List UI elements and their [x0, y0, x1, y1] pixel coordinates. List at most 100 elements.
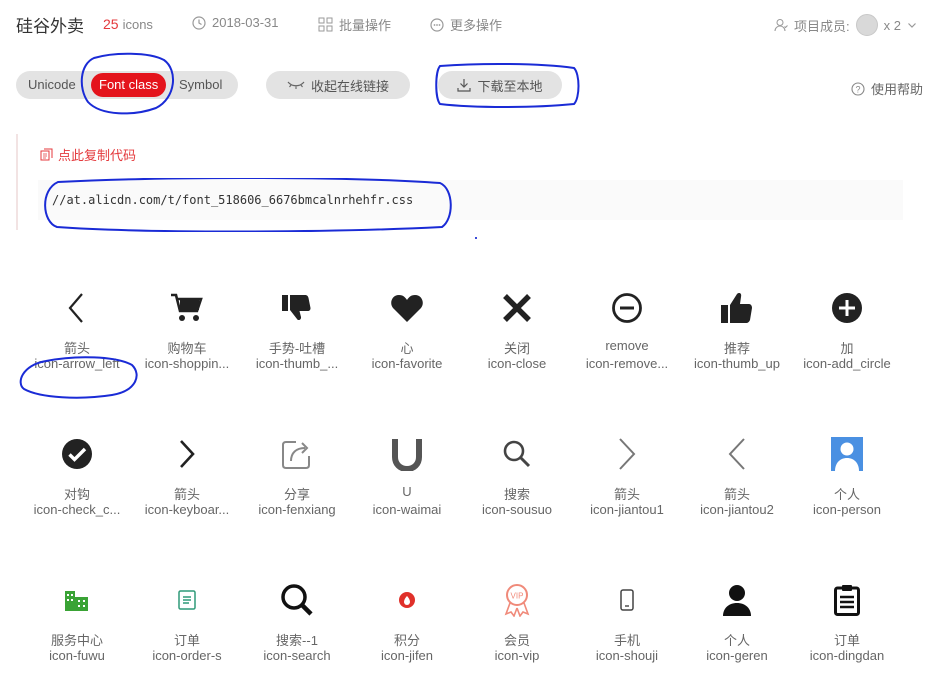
icon-card[interactable]: remove icon-remove...: [572, 280, 682, 374]
icon-class: icon-thumb_up: [694, 356, 780, 371]
icon-name: 搜索--1: [276, 633, 318, 648]
icon-class: icon-remove...: [585, 356, 669, 371]
collapse-link-label: 收起在线链接: [310, 78, 389, 94]
icon-card[interactable]: 箭头 icon-jiantou2: [682, 426, 792, 520]
help-link[interactable]: ? 使用帮助: [851, 79, 923, 98]
top-bar: 硅谷外卖 25 icons 2018-03-31 批量操作 更多操作 项目成员: …: [0, 0, 925, 46]
icon-name: 手势-吐槽: [268, 341, 326, 356]
svg-text:?: ?: [855, 84, 860, 94]
collapse-link-button[interactable]: 收起在线链接: [266, 71, 410, 99]
members-label: 项目成员:: [794, 18, 850, 34]
icon-card[interactable]: 推荐 icon-thumb_up: [682, 280, 792, 374]
icon-card[interactable]: 搜索 icon-sousuo: [462, 426, 572, 520]
code-panel: 点此复制代码 //at.alicdn.com/t/font_518606_667…: [16, 134, 908, 230]
icon-name: 箭头: [63, 341, 90, 356]
clock-icon: [192, 15, 206, 30]
icon-name: 对钩: [63, 487, 90, 502]
icon-name: 个人: [833, 487, 860, 502]
icon-class: icon-geren: [706, 648, 768, 663]
icon-name: 心: [400, 341, 414, 356]
order-list-icon: [178, 590, 196, 610]
heart-icon: [391, 295, 423, 322]
icon-count: 25 icons: [103, 16, 153, 32]
remove-circle-icon: [612, 293, 642, 323]
icon-card[interactable]: 手势-吐槽 icon-thumb_...: [242, 280, 352, 374]
icon-card[interactable]: 手机 icon-shouji: [572, 572, 682, 666]
close-icon: [503, 294, 531, 322]
thumb-down-icon: [282, 295, 311, 321]
format-tabs: Unicode Font class Symbol: [16, 71, 238, 99]
icon-class: icon-vip: [494, 648, 540, 663]
arrow-left-thin-icon: [728, 438, 745, 470]
batch-action-button[interactable]: 批量操作: [318, 15, 391, 34]
icon-card[interactable]: 心 icon-favorite: [352, 280, 462, 374]
icon-count-number: 25: [103, 16, 119, 32]
vip-badge-icon: VIP: [504, 584, 530, 617]
building-icon: [65, 591, 88, 611]
icon-name: 订单: [833, 633, 860, 648]
date-text: 2018-03-31: [212, 15, 279, 30]
icon-class: icon-check_c...: [33, 502, 121, 517]
icon-class: icon-add_circle: [803, 356, 891, 371]
icon-card[interactable]: 订单 icon-order-s: [132, 572, 242, 666]
icon-name: 会员: [503, 633, 530, 648]
icon-class: icon-search: [263, 648, 331, 663]
more-action-label: 更多操作: [450, 18, 503, 33]
icon-card[interactable]: 对钩 icon-check_c...: [22, 426, 132, 520]
icon-class: icon-jifen: [380, 648, 434, 663]
thumb-up-icon: [721, 293, 752, 323]
tab-unicode[interactable]: Unicode: [28, 77, 76, 92]
icon-card[interactable]: 个人 icon-geren: [682, 572, 792, 666]
clipboard-icon: [834, 585, 860, 616]
css-link-text[interactable]: //at.alicdn.com/t/font_518606_6676bmcaln…: [52, 193, 413, 207]
project-members[interactable]: 项目成员: x 2: [774, 14, 917, 36]
icon-card[interactable]: 搜索--1 icon-search: [242, 572, 352, 666]
icon-name: U: [402, 484, 412, 499]
icon-card[interactable]: 箭头 icon-arrow_left: [22, 280, 132, 374]
icon-card[interactable]: 个人 icon-person: [792, 426, 902, 520]
icon-card[interactable]: 购物车 icon-shoppin...: [132, 280, 242, 374]
icon-class: icon-order-s: [152, 648, 222, 663]
download-icon: [457, 79, 472, 92]
icon-class: icon-sousuo: [481, 502, 553, 517]
tab-symbol[interactable]: Symbol: [179, 77, 222, 92]
more-icon: [430, 17, 444, 32]
icon-name: 分享: [283, 487, 310, 502]
tab-font-class[interactable]: Font class: [91, 73, 167, 97]
icon-card[interactable]: U icon-waimai: [352, 426, 462, 520]
icon-card[interactable]: 关闭 icon-close: [462, 280, 572, 374]
help-label: 使用帮助: [870, 82, 923, 97]
icon-class: icon-fuwu: [49, 648, 105, 663]
icon-class: icon-arrow_left: [34, 356, 120, 371]
arrow-right-thin-icon: [619, 438, 636, 470]
icon-name: 关闭: [503, 341, 530, 356]
icon-name: 加: [840, 341, 854, 356]
share-icon: [282, 441, 310, 469]
copy-icon: [40, 148, 53, 161]
icon-card[interactable]: 箭头 icon-keyboar...: [132, 426, 242, 520]
question-icon: ?: [851, 81, 865, 96]
icon-card[interactable]: VIP 会员 icon-vip: [462, 572, 572, 666]
icon-class: icon-close: [487, 356, 547, 371]
icon-card[interactable]: 服务中心 icon-fuwu: [22, 572, 132, 666]
icon-name: 手机: [613, 633, 640, 648]
more-action-button[interactable]: 更多操作: [430, 15, 502, 34]
members-icon: [774, 19, 788, 32]
project-title: 硅谷外卖: [16, 17, 84, 36]
css-link-box[interactable]: //at.alicdn.com/t/font_518606_6676bmcaln…: [38, 180, 903, 220]
icon-card[interactable]: 箭头 icon-jiantou1: [572, 426, 682, 520]
icon-card[interactable]: 加 icon-add_circle: [792, 280, 902, 374]
icon-class: icon-keyboar...: [144, 502, 230, 517]
icon-class: icon-jiantou1: [590, 502, 664, 517]
chevron-down-icon: [908, 23, 916, 28]
download-button[interactable]: 下载至本地: [438, 71, 562, 99]
icon-card[interactable]: 积分 icon-jifen: [352, 572, 462, 666]
copy-code-button[interactable]: 点此复制代码: [40, 145, 136, 164]
icon-card[interactable]: 订单 icon-dingdan: [792, 572, 902, 666]
batch-action-label: 批量操作: [339, 18, 392, 33]
icon-class: icon-shoppin...: [144, 356, 230, 371]
icon-name: 积分: [393, 633, 420, 648]
icon-count-unit: icons: [122, 17, 153, 32]
icon-card[interactable]: 分享 icon-fenxiang: [242, 426, 352, 520]
members-count: x 2: [883, 17, 901, 33]
